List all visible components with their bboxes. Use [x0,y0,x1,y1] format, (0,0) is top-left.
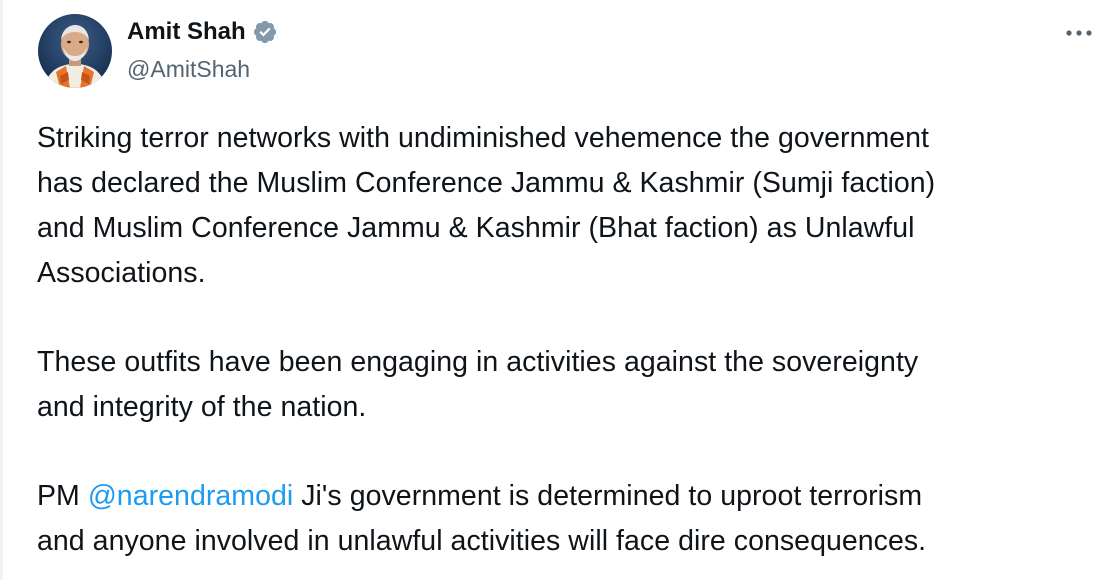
profile-photo [38,14,112,88]
author-display-name[interactable]: Amit Shah [127,18,246,46]
tweet-line-prefix: PM [37,480,88,512]
author-name-row: Amit Shah [127,16,278,48]
tweet-card: Amit Shah @AmitShah Striking terror netw… [0,0,1115,580]
tweet-line: Striking terror networks with undiminish… [37,122,930,154]
tweet-line: has declared the Muslim Conference Jammu… [37,167,936,199]
tweet-line-suffix: Ji's government is determined to uproot … [293,480,923,512]
author-avatar[interactable] [38,14,112,88]
tweet-text: Striking terror networks with undiminish… [37,116,1097,564]
tweet-paragraph: These outfits have been engaging in acti… [37,340,1097,430]
tweet-line: and integrity of the nation. [37,391,367,423]
tweet-line: These outfits have been engaging in acti… [37,346,919,378]
verified-badge-icon[interactable] [252,19,278,45]
tweet-line: and Muslim Conference Jammu & Kashmir (B… [37,212,915,244]
tweet-line: and anyone involved in unlawful activiti… [37,525,927,557]
tweet-paragraph: PM @narendramodi Ji's government is dete… [37,474,1097,564]
tweet-paragraph: Striking terror networks with undiminish… [37,116,1097,296]
tweet-line: Associations. [37,257,206,289]
mention-link[interactable]: @narendramodi [88,480,293,512]
more-horizontal-icon [1066,30,1092,36]
author-handle[interactable]: @AmitShah [127,56,250,83]
more-options-button[interactable] [1058,18,1100,48]
